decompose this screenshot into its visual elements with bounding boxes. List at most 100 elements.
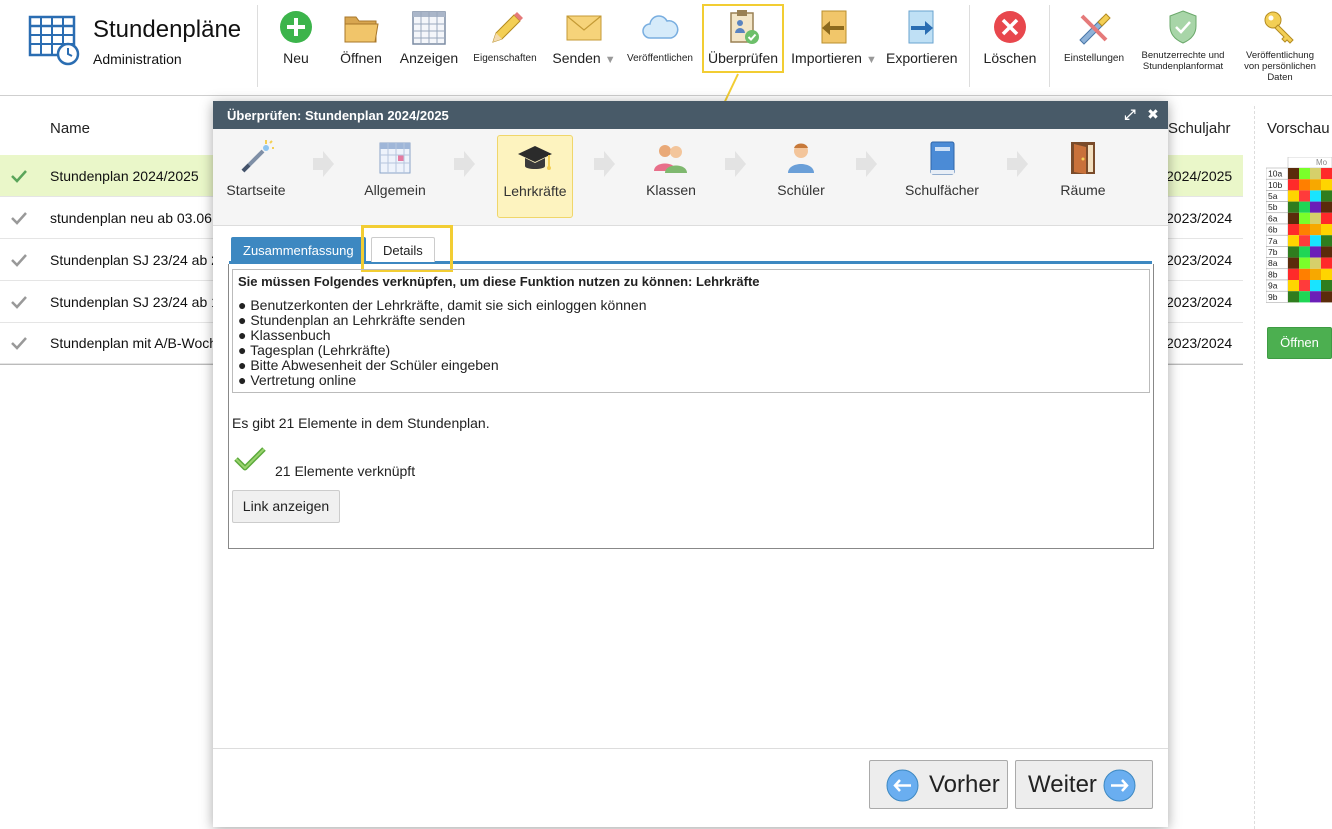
publish-button[interactable]: Veröffentlichen — [624, 6, 696, 88]
preview-heading: Vorschau — [1267, 120, 1330, 137]
preview-lesson-cell — [1321, 168, 1332, 180]
row-name: stundenplan neu ab 03.06. — [50, 210, 216, 226]
check-mark-icon — [11, 296, 27, 309]
step-schueler[interactable]: Schüler — [763, 135, 839, 218]
new-label: Neu — [283, 50, 309, 66]
send-dropdown-caret-icon[interactable]: ▼ — [605, 54, 616, 66]
preview-lesson-cell — [1310, 291, 1321, 303]
maximize-icon[interactable]: ⤢ — [1122, 106, 1138, 122]
send-button[interactable]: Senden ▼ — [550, 6, 618, 88]
next-button[interactable]: Weiter — [1015, 760, 1153, 809]
row-year: 2023/2024 — [1166, 252, 1233, 268]
delete-label: Löschen — [983, 50, 1037, 66]
send-label: Senden ▼ — [550, 50, 618, 66]
show-label: Anzeigen — [399, 50, 459, 66]
requirement-item: ● Stundenplan an Lehrkräfte senden — [238, 312, 466, 328]
preview-class-label: 10b — [1268, 180, 1282, 190]
preview-lesson-cell — [1288, 257, 1299, 269]
preview-lesson-cell — [1299, 179, 1310, 191]
next-label: Weiter — [1028, 771, 1097, 798]
preview-lesson-cell — [1299, 246, 1310, 258]
key-icon — [1264, 11, 1294, 44]
dialog-footer-divider — [213, 748, 1168, 749]
step-startseite[interactable]: Startseite — [218, 135, 294, 218]
open-preview-button[interactable]: Öffnen — [1267, 327, 1332, 359]
preview-lesson-cell — [1321, 257, 1332, 269]
preview-lesson-cell — [1288, 224, 1299, 236]
personal-data-button[interactable]: Veröffentlichung von persönlichen Daten — [1238, 6, 1322, 88]
student-icon — [788, 143, 814, 173]
step-schulfaecher[interactable]: Schulfächer — [904, 135, 980, 218]
summary-panel: Sie müssen Folgendes verknüpfen, um dies… — [228, 264, 1154, 549]
preview-lesson-cell — [1299, 291, 1310, 303]
tools-icon — [1079, 13, 1111, 45]
import-dropdown-caret-icon[interactable]: ▼ — [866, 54, 877, 66]
preview-lesson-cell — [1299, 268, 1310, 280]
preview-lesson-cell — [1288, 168, 1299, 180]
tab-summary[interactable]: Zusammenfassung — [231, 237, 366, 262]
step-arrow-icon — [725, 151, 746, 177]
rights-button[interactable]: Benutzerrechte und Stundenplanformat — [1136, 6, 1230, 88]
import-icon — [821, 10, 847, 44]
close-icon[interactable]: ✖ — [1145, 106, 1161, 122]
rights-label: Benutzerrechte und Stundenplanformat — [1141, 50, 1225, 72]
door-icon — [1071, 142, 1095, 174]
preview-lesson-cell — [1299, 201, 1310, 213]
column-header-school-year[interactable]: Schuljahr — [1168, 120, 1231, 137]
grid-view-icon — [412, 11, 446, 45]
step-arrow-icon — [313, 151, 334, 177]
check-mark-icon — [11, 254, 27, 267]
preview-lesson-cell — [1288, 179, 1299, 191]
import-text: Importieren — [791, 50, 862, 66]
settings-button[interactable]: Einstellungen — [1060, 6, 1128, 88]
preview-lesson-cell — [1310, 257, 1321, 269]
show-link-button[interactable]: Link anzeigen — [232, 490, 340, 523]
toolbar-divider — [257, 5, 258, 87]
previous-button[interactable]: Vorher — [869, 760, 1008, 809]
row-name: Stundenplan 2024/2025 — [50, 168, 199, 184]
shield-check-icon — [1169, 10, 1197, 44]
preview-class-label: 8b — [1268, 269, 1278, 279]
preview-lesson-cell — [1321, 212, 1332, 224]
step-klassen[interactable]: Klassen — [633, 135, 709, 218]
preview-lesson-cell — [1299, 190, 1310, 202]
export-label: Exportieren — [886, 50, 958, 66]
preview-lesson-cell — [1299, 168, 1310, 180]
personal-data-label: Veröffentlichung von persönlichen Daten — [1244, 50, 1316, 83]
import-button[interactable]: Importieren ▼ — [790, 6, 878, 88]
step-lehrkraefte[interactable]: Lehrkräfte — [497, 135, 573, 218]
previous-label: Vorher — [929, 771, 1000, 798]
step-raeume[interactable]: Räume — [1045, 135, 1121, 218]
delete-button[interactable]: Löschen — [982, 6, 1038, 88]
preview-lesson-cell — [1288, 190, 1299, 202]
step-label: Allgemein — [364, 182, 426, 198]
preview-class-label: 6b — [1268, 225, 1278, 235]
toolbar-divider — [1049, 5, 1050, 87]
preview-lesson-cell — [1321, 201, 1332, 213]
new-button[interactable]: Neu — [276, 6, 316, 88]
preview-lesson-cell — [1288, 268, 1299, 280]
requirement-item: ● Benutzerkonten der Lehrkräfte, damit s… — [238, 297, 647, 313]
magic-wand-icon — [241, 140, 274, 173]
show-button[interactable]: Anzeigen — [398, 6, 460, 88]
requirements-box: Sie müssen Folgendes verknüpfen, um dies… — [232, 269, 1150, 393]
properties-button[interactable]: Eigenschaften — [470, 6, 540, 88]
properties-label: Eigenschaften — [473, 53, 537, 64]
timetable-preview: Mo 10a10b5a5b6a 6b7a7b8a8b 9a9b — [1266, 157, 1332, 303]
preview-lesson-cell — [1310, 168, 1321, 180]
open-button[interactable]: Öffnen — [338, 6, 384, 88]
check-mark-icon — [11, 212, 27, 225]
envelope-icon — [566, 15, 602, 41]
preview-lesson-cell — [1321, 291, 1332, 303]
export-button[interactable]: Exportieren — [886, 6, 958, 88]
row-year: 2023/2024 — [1166, 335, 1233, 351]
step-label: Schüler — [777, 182, 825, 198]
preview-class-label: 10a — [1268, 169, 1282, 179]
row-year: 2024/2025 — [1166, 168, 1233, 184]
elements-count-text: Es gibt 21 Elemente in dem Stundenplan. — [232, 415, 490, 431]
row-year: 2023/2024 — [1166, 294, 1233, 310]
step-allgemein[interactable]: Allgemein — [357, 135, 433, 218]
column-header-name[interactable]: Name — [50, 120, 90, 137]
calendar-grid-icon — [379, 142, 411, 174]
preview-class-label: 8a — [1268, 258, 1278, 268]
